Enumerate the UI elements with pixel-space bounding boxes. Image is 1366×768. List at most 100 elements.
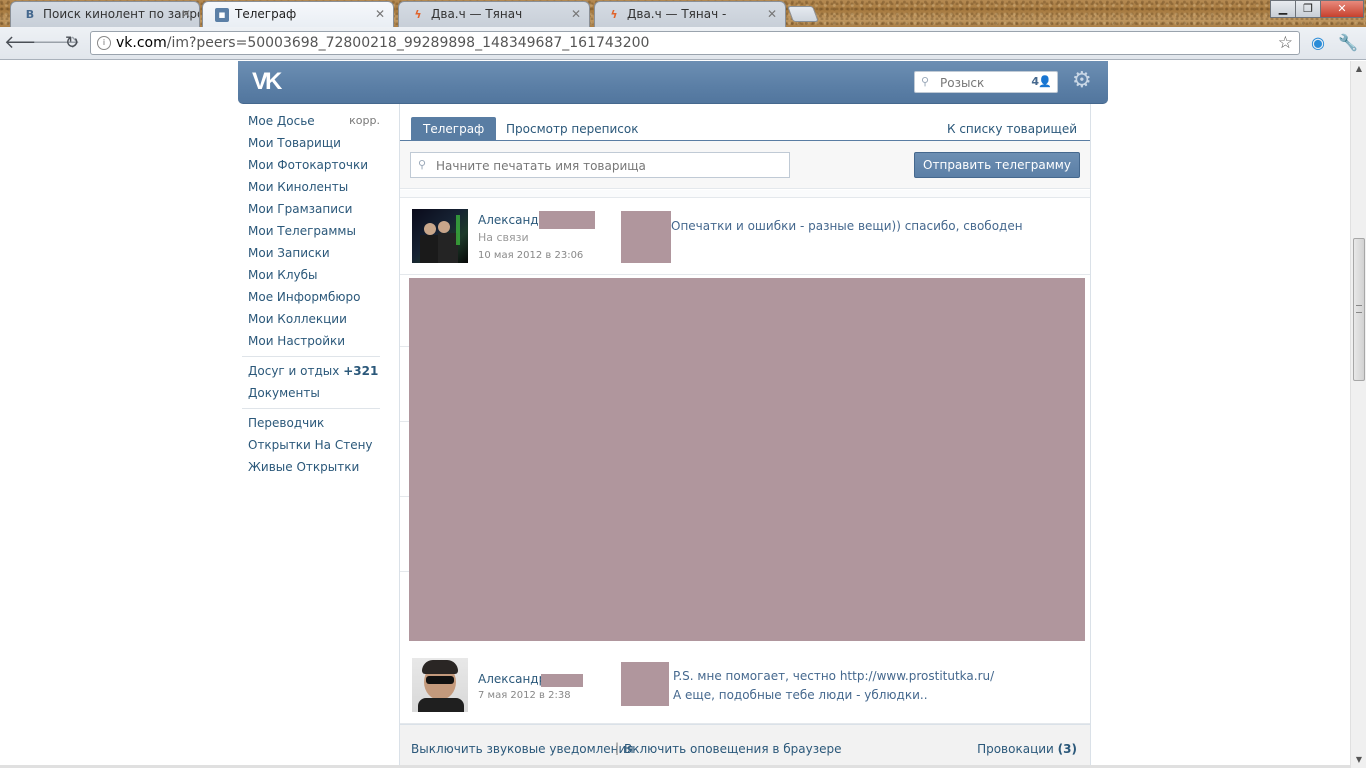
new-tab-button[interactable] [787, 6, 819, 22]
reload-button[interactable]: ↻ [60, 32, 84, 54]
sidebar-item[interactable]: Мои Настройки [240, 331, 380, 353]
address-bar[interactable]: i vk.com/im?peers=50003698_72800218_9928… [90, 31, 1300, 55]
sidebar-divider [242, 356, 380, 357]
close-window-button[interactable]: ✕ [1320, 0, 1364, 18]
friend-input-placeholder: Начните печатать имя товарища [436, 159, 646, 173]
message-row[interactable]: Александр 7 мая 2012 в 2:38 P.S. мне пом… [400, 648, 1090, 724]
bolt-icon: ϟ [414, 8, 422, 21]
compose-toolbar: ⚲ Начните печатать имя товарища Отправит… [400, 141, 1090, 189]
row-divider [400, 346, 409, 347]
sound-notifications-toggle[interactable]: Выключить звуковые уведомления [411, 742, 634, 756]
sidebar-item[interactable]: Мои Записки [240, 243, 380, 265]
sidebar-item[interactable]: Мои Грамзаписи [240, 199, 380, 221]
tab-view-conversations[interactable]: Просмотр переписок [494, 117, 650, 141]
bookmark-star-icon[interactable]: ☆ [1278, 33, 1293, 53]
browser-notifications-toggle[interactable]: Включить оповещения в браузере [624, 742, 842, 756]
redaction-block [621, 662, 669, 706]
sidebar-item[interactable]: Мои Клубы [240, 265, 380, 287]
sidebar-item[interactable]: Досуг и отдых +321 [240, 361, 380, 383]
redacted-messages-block [409, 278, 1085, 641]
message-text: Опечатки и ошибки - разные вещи)) спасиб… [671, 219, 1023, 233]
skype-extension-icon[interactable]: ◉ [1308, 33, 1328, 53]
sidebar-item-label: Мое Досье [248, 114, 315, 128]
tab-close-icon[interactable]: ✕ [181, 7, 191, 21]
avatar[interactable] [412, 658, 468, 712]
user-icon: 👤 [1038, 75, 1052, 88]
sidebar-item-label: Мое Информбюро [248, 290, 361, 304]
sidebar-item[interactable]: Мои Коллекции [240, 309, 380, 331]
forward-button[interactable]: 🡒 [32, 32, 80, 54]
friend-search-input[interactable]: ⚲ Начните печатать имя товарища [410, 152, 790, 178]
sidebar-item-label: Досуг и отдых [248, 364, 340, 378]
tab-telegraph[interactable]: Телеграф [411, 117, 497, 141]
browser-tab-1[interactable]: В Поиск кинолент по запрос ✕ [10, 1, 200, 27]
sidebar-item-label: Мои Грамзаписи [248, 202, 353, 216]
browser-tab-label: Телеграф [235, 7, 297, 21]
sidebar-item[interactable]: Мои Киноленты [240, 177, 380, 199]
search-icon: ⚲ [418, 158, 427, 171]
sidebar-item[interactable]: Мое Информбюро [240, 287, 380, 309]
sidebar-item-label: Переводчик [248, 416, 325, 430]
scroll-up-arrow-icon[interactable]: ▲ [1351, 61, 1366, 77]
sidebar-item[interactable]: Мои Фотокарточки [240, 155, 380, 177]
messages-panel: Телеграф Просмотр переписок К списку тов… [399, 104, 1091, 768]
sidebar-item[interactable]: Документы [240, 383, 380, 405]
scroll-down-arrow-icon[interactable]: ▼ [1351, 752, 1366, 768]
sidebar-item-label: Мои Коллекции [248, 312, 347, 326]
message-author[interactable]: Александр [478, 672, 546, 686]
vk-icon: В [25, 8, 35, 21]
browser-tab-2[interactable]: ▪ Телеграф ✕ [202, 1, 394, 27]
sidebar-item-label: Мои Клубы [248, 268, 318, 282]
sidebar-item-label: Мои Товарищи [248, 136, 341, 150]
page-scrollbar[interactable]: ▲ ▼ [1350, 61, 1366, 768]
back-button[interactable]: 🡐 [4, 32, 52, 54]
left-sidebar: Мое Досье корр. Мои Товарищи Мои Фотокарточ… [240, 111, 380, 479]
url-path: /im?peers=50003698_72800218_99289898_148… [166, 35, 650, 51]
sidebar-item-label: Мои Фотокарточки [248, 158, 368, 172]
people-search-input[interactable]: ⚲ Розыск 4 👤 [914, 71, 1058, 93]
redaction-block [539, 211, 595, 229]
wrench-menu-icon[interactable]: 🔧 [1338, 33, 1358, 53]
search-icon: ⚲ [921, 75, 930, 88]
scroll-thumb[interactable] [1353, 238, 1365, 381]
tab-close-icon[interactable]: ✕ [375, 7, 385, 21]
message-text: А еще, подобные тебе люди - ублюдки.. [673, 688, 928, 702]
redaction-block [541, 674, 583, 687]
message-text: P.S. мне помогает, честно http://www.pro… [673, 669, 995, 683]
sidebar-item[interactable]: Открытки На Стену [240, 435, 380, 457]
tab-close-icon[interactable]: ✕ [571, 7, 581, 21]
settings-gear-icon[interactable]: ⚙ [1072, 69, 1092, 93]
browser-tab-3[interactable]: ϟ Два.ч — Тянач ✕ [398, 1, 590, 27]
sidebar-item-label: Документы [248, 386, 320, 400]
im-tabs: Телеграф Просмотр переписок К списку тов… [400, 104, 1090, 141]
restore-button[interactable]: ❐ [1295, 0, 1321, 18]
sidebar-item[interactable]: Мои Телеграммы [240, 221, 380, 243]
provocations-link[interactable]: Провокации (3) [977, 742, 1077, 756]
avatar[interactable] [412, 209, 468, 263]
vk-logo[interactable]: VK [252, 70, 292, 94]
back-to-friends-link[interactable]: К списку товарищей [947, 122, 1077, 136]
sidebar-item[interactable]: Мое Досье корр. [240, 111, 380, 133]
send-message-button[interactable]: Отправить телеграмму [914, 152, 1080, 178]
minimize-button[interactable]: ▁ [1270, 0, 1296, 18]
browser-tab-label: Два.ч — Тянач - [627, 7, 727, 21]
browser-tab-4[interactable]: ϟ Два.ч — Тянач - ✕ [594, 1, 786, 27]
sidebar-item[interactable]: Мои Товарищи [240, 133, 380, 155]
tab-close-icon[interactable]: ✕ [767, 7, 777, 21]
sidebar-item-edit-link[interactable]: корр. [349, 111, 380, 131]
sidebar-item-label: Открытки На Стену [248, 438, 373, 452]
sidebar-item-label: Мои Киноленты [248, 180, 349, 194]
message-row[interactable]: Александр На связи 10 мая 2012 в 23:06 О… [400, 199, 1090, 275]
browser-tab-label: Поиск кинолент по запрос [43, 7, 200, 21]
footer-separator: | [615, 741, 620, 755]
list-top-spacer [400, 190, 1090, 198]
page-info-icon[interactable]: i [97, 36, 111, 50]
page-viewport: VK ⚲ Розыск 4 👤 ⚙ Мое Досье корр. Мои Това… [0, 61, 1350, 768]
sidebar-item[interactable]: Живые Открытки [240, 457, 380, 479]
message-date: 7 мая 2012 в 2:38 [478, 690, 571, 701]
browser-toolbar: 🡐 🡒 ↻ i vk.com/im?peers=50003698_7280021… [0, 27, 1366, 60]
browser-tab-label: Два.ч — Тянач [431, 7, 523, 21]
message-icon: ▪ [215, 8, 229, 22]
message-author[interactable]: Александр [478, 213, 546, 227]
sidebar-item[interactable]: Переводчик [240, 413, 380, 435]
